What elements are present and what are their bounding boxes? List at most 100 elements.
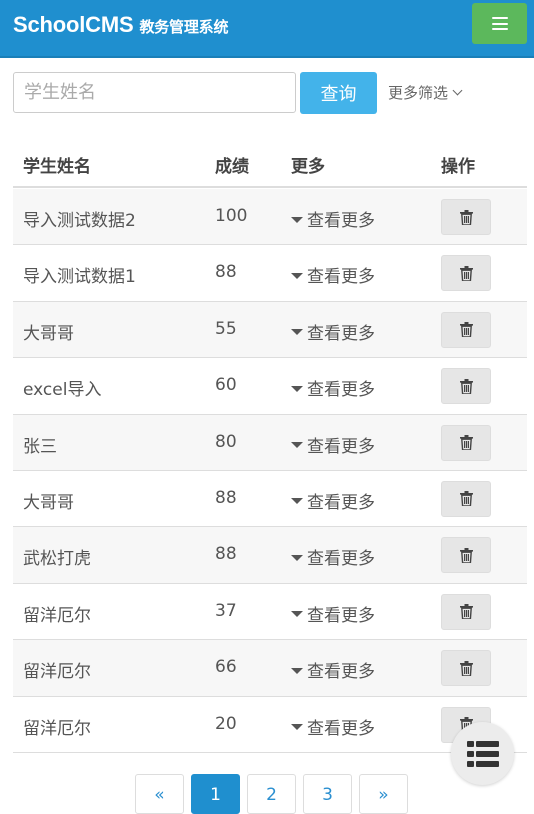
brand-logo[interactable]: SchoolCMS 教务管理系统 <box>13 12 228 38</box>
student-name-cell: 导入测试数据2 <box>23 211 136 231</box>
caret-down-icon <box>291 442 303 449</box>
view-more-toggle[interactable]: 查看更多 <box>291 714 375 739</box>
delete-button[interactable] <box>441 368 491 405</box>
caret-down-icon <box>291 498 303 505</box>
caret-down-icon <box>291 554 303 561</box>
view-more-toggle[interactable]: 查看更多 <box>291 432 375 457</box>
table-row: 武松打虎 88 查看更多 <box>13 527 527 584</box>
view-more-toggle[interactable]: 查看更多 <box>291 544 375 569</box>
score-cell: 66 <box>215 657 237 678</box>
trash-icon <box>459 491 473 507</box>
score-cell: 60 <box>215 375 237 396</box>
brand-subtitle: 教务管理系统 <box>139 19 229 36</box>
delete-button[interactable] <box>441 537 491 574</box>
list-icon <box>466 740 499 767</box>
score-cell: 80 <box>215 431 237 452</box>
view-more-label: 查看更多 <box>307 662 375 683</box>
page-next-button[interactable]: » <box>359 774 408 814</box>
top-navbar: SchoolCMS 教务管理系统 <box>0 0 534 58</box>
student-name-cell: 导入测试数据1 <box>23 267 136 288</box>
caret-down-icon <box>291 329 303 336</box>
view-more-toggle[interactable]: 查看更多 <box>291 601 375 626</box>
view-more-toggle[interactable]: 查看更多 <box>291 488 375 513</box>
score-cell: 88 <box>215 262 237 283</box>
caret-down-icon <box>291 667 303 674</box>
trash-icon <box>459 209 473 225</box>
view-more-label: 查看更多 <box>307 436 375 457</box>
trash-icon <box>459 435 473 451</box>
floating-list-button[interactable] <box>451 722 514 785</box>
chevron-down-icon <box>452 85 463 96</box>
view-more-label: 查看更多 <box>307 380 375 401</box>
caret-down-icon <box>291 724 303 731</box>
view-more-label: 查看更多 <box>307 718 375 739</box>
score-cell: 20 <box>215 713 237 734</box>
header-more: 更多 <box>291 157 325 177</box>
table-row: 留洋厄尔 37 查看更多 <box>13 584 527 641</box>
more-filter-label: 更多筛选 <box>388 84 449 102</box>
view-more-label: 查看更多 <box>307 323 375 344</box>
table-row: 留洋厄尔 20 查看更多 <box>13 697 527 753</box>
header-score: 成绩 <box>215 157 249 177</box>
view-more-toggle[interactable]: 查看更多 <box>291 657 375 682</box>
trash-icon <box>459 322 473 338</box>
page-3-button[interactable]: 3 <box>303 774 352 814</box>
view-more-toggle[interactable]: 查看更多 <box>291 319 375 344</box>
student-name-cell: 留洋厄尔 <box>23 718 91 739</box>
delete-button[interactable] <box>441 255 491 292</box>
delete-button[interactable] <box>441 424 491 461</box>
student-name-cell: 张三 <box>23 436 57 457</box>
score-cell: 55 <box>215 318 237 339</box>
view-more-toggle[interactable]: 查看更多 <box>291 375 375 400</box>
menu-toggle-button[interactable] <box>472 3 527 44</box>
pagination: « 1 2 3 » <box>135 774 408 814</box>
trash-icon <box>459 604 473 620</box>
table-header: 学生姓名 成绩 更多 操作 <box>13 140 527 188</box>
page-2-button[interactable]: 2 <box>247 774 296 814</box>
caret-down-icon <box>291 216 303 223</box>
student-name-cell: 大哥哥 <box>23 492 74 513</box>
view-more-label: 查看更多 <box>307 211 375 231</box>
search-button[interactable]: 查询 <box>300 72 377 114</box>
score-cell: 100 <box>215 206 248 226</box>
table-row: 大哥哥 88 查看更多 <box>13 471 527 528</box>
score-cell: 88 <box>215 487 237 508</box>
trash-icon <box>459 265 473 281</box>
student-name-search-input[interactable] <box>13 72 296 113</box>
brand-name: SchoolCMS <box>13 12 134 37</box>
header-actions: 操作 <box>441 157 475 177</box>
hamburger-icon <box>491 17 508 30</box>
table-row: 大哥哥 55 查看更多 <box>13 301 527 359</box>
delete-button[interactable] <box>441 593 491 630</box>
header-student-name: 学生姓名 <box>23 157 91 177</box>
view-more-label: 查看更多 <box>307 549 375 570</box>
caret-down-icon <box>291 272 303 279</box>
table-row: 导入测试数据1 88 查看更多 <box>13 245 527 302</box>
delete-button[interactable] <box>441 480 491 517</box>
table-row: excel导入 60 查看更多 <box>13 358 527 415</box>
view-more-label: 查看更多 <box>307 605 375 626</box>
caret-down-icon <box>291 385 303 392</box>
delete-button[interactable] <box>441 199 491 235</box>
page-1-button[interactable]: 1 <box>191 774 240 814</box>
delete-button[interactable] <box>441 650 491 687</box>
delete-button[interactable] <box>441 311 491 348</box>
table-row: 张三 80 查看更多 <box>13 414 527 471</box>
view-more-toggle[interactable]: 查看更多 <box>291 262 375 287</box>
score-cell: 37 <box>215 600 237 621</box>
student-name-cell: 大哥哥 <box>23 323 74 344</box>
table-row: 导入测试数据2 100 查看更多 <box>13 189 527 246</box>
student-name-cell: 留洋厄尔 <box>23 605 91 626</box>
student-table-body: 导入测试数据2 100 查看更多 导入测试数据1 88 查看更多 大哥哥 55 查看更多 exce… <box>13 189 527 753</box>
student-name-cell: excel导入 <box>23 380 102 401</box>
trash-icon <box>459 660 473 676</box>
view-more-label: 查看更多 <box>307 267 375 288</box>
page-prev-button[interactable]: « <box>135 774 184 814</box>
more-filter-toggle[interactable]: 更多筛选 <box>388 82 463 103</box>
view-more-toggle[interactable]: 查看更多 <box>291 206 375 231</box>
student-name-cell: 留洋厄尔 <box>23 662 91 683</box>
trash-icon <box>459 547 473 563</box>
score-cell: 88 <box>215 544 237 565</box>
table-row: 留洋厄尔 66 查看更多 <box>13 640 527 697</box>
view-more-label: 查看更多 <box>307 492 375 513</box>
